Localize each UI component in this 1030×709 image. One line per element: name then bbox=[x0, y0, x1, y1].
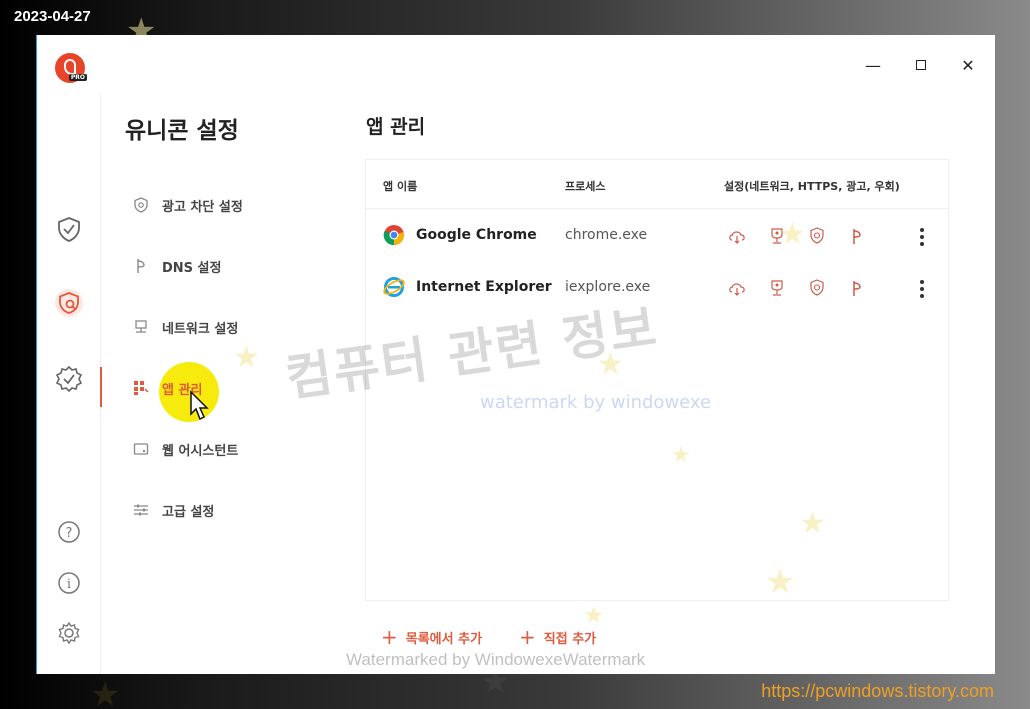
shield-check-icon[interactable] bbox=[55, 215, 83, 243]
cloud-network-icon[interactable] bbox=[727, 226, 747, 246]
table-row[interactable]: Internet Explorer iexplore.exe bbox=[366, 262, 948, 314]
shield-icon bbox=[134, 197, 148, 213]
row-menu-button[interactable] bbox=[920, 280, 924, 298]
icon-rail: ? i bbox=[37, 95, 101, 674]
ie-icon bbox=[383, 277, 405, 297]
nav-item-label: 고급 설정 bbox=[162, 504, 215, 520]
bypass-icon[interactable] bbox=[847, 226, 867, 246]
maximize-button[interactable] bbox=[909, 53, 933, 77]
help-icon[interactable]: ? bbox=[57, 520, 81, 544]
info-icon[interactable]: i bbox=[57, 571, 81, 595]
app-grid-icon bbox=[134, 381, 149, 395]
dns-icon bbox=[137, 259, 145, 273]
star-decoration: ★ bbox=[779, 217, 806, 252]
star-decoration: ★ bbox=[90, 675, 121, 709]
star-decoration: ★ bbox=[233, 340, 260, 375]
star-decoration: ★ bbox=[799, 506, 826, 541]
nav-item-label: 웹 어시스턴트 bbox=[162, 443, 239, 459]
star-decoration: ★ bbox=[597, 347, 624, 382]
table-row[interactable]: Google Chrome chrome.exe bbox=[366, 210, 948, 262]
svg-text:?: ? bbox=[66, 526, 73, 541]
svg-text:i: i bbox=[67, 577, 71, 592]
star-decoration: ★ bbox=[765, 562, 796, 602]
app-window: PRO — ✕ ? i 유니콘 설정 광고 차단 설정 DNS 설정 네트워크 … bbox=[36, 35, 995, 674]
plus-icon: + bbox=[519, 625, 536, 649]
watermark-english: watermark by windowexe bbox=[480, 392, 712, 413]
mouse-cursor-icon bbox=[190, 390, 209, 421]
app-name: Internet Explorer bbox=[416, 279, 552, 295]
star-decoration: ★ bbox=[671, 443, 691, 468]
column-header: 앱 이름 bbox=[383, 180, 418, 193]
shield-ad-icon[interactable] bbox=[807, 278, 827, 298]
row-menu-button[interactable] bbox=[920, 228, 924, 246]
badge-check-icon[interactable] bbox=[55, 365, 83, 393]
watermark-bottom: Watermarked by WindowexeWatermark bbox=[346, 650, 646, 669]
plus-icon: + bbox=[381, 625, 398, 649]
cloud-network-icon[interactable] bbox=[727, 278, 747, 298]
date-stamp: 2023-04-27 bbox=[14, 8, 91, 25]
shield-gear-icon[interactable] bbox=[55, 289, 83, 317]
nav-title: 유니콘 설정 bbox=[125, 118, 239, 144]
page-title: 앱 관리 bbox=[366, 116, 426, 138]
settings-icon[interactable] bbox=[57, 621, 81, 645]
process-name: chrome.exe bbox=[565, 227, 648, 243]
nav-item-ad-block[interactable]: 광고 차단 설정 bbox=[133, 193, 243, 217]
certificate-icon[interactable] bbox=[767, 278, 787, 298]
minimize-button[interactable]: — bbox=[861, 53, 885, 77]
table-header: 앱 이름 프로세스 설정(네트워크, HTTPS, 광고, 우회) bbox=[366, 160, 948, 209]
nav-item-label: DNS 설정 bbox=[162, 260, 222, 276]
add-from-list-label: 목록에서 추가 bbox=[405, 631, 483, 647]
nav-item-label: 네트워크 설정 bbox=[162, 321, 239, 337]
add-direct-button[interactable]: + 직접 추가 bbox=[519, 627, 596, 647]
nav-item-network[interactable]: 네트워크 설정 bbox=[133, 315, 238, 339]
star-decoration: ★ bbox=[583, 601, 605, 629]
app-logo: PRO bbox=[55, 53, 87, 83]
nav-item-label: 광고 차단 설정 bbox=[162, 199, 243, 215]
close-button[interactable]: ✕ bbox=[956, 53, 980, 77]
nav-item-dns[interactable]: DNS 설정 bbox=[133, 254, 221, 278]
chrome-icon bbox=[383, 225, 404, 246]
add-from-list-button[interactable]: + 목록에서 추가 bbox=[381, 627, 482, 647]
sliders-icon bbox=[134, 504, 148, 516]
add-direct-label: 직접 추가 bbox=[543, 631, 597, 647]
rail-active-indicator bbox=[100, 367, 102, 407]
app-name: Google Chrome bbox=[416, 227, 537, 243]
shield-ad-icon[interactable] bbox=[807, 226, 827, 246]
network-icon bbox=[135, 320, 147, 333]
bypass-icon[interactable] bbox=[847, 278, 867, 298]
site-url: https://pcwindows.tistory.com bbox=[761, 681, 994, 701]
nav-item-web-assistant[interactable]: 웹 어시스턴트 bbox=[133, 437, 238, 461]
column-header: 설정(네트워크, HTTPS, 광고, 우회) bbox=[724, 180, 900, 193]
nav-item-advanced[interactable]: 고급 설정 bbox=[133, 498, 214, 522]
column-header: 프로세스 bbox=[565, 180, 606, 193]
web-assistant-icon bbox=[133, 443, 149, 455]
